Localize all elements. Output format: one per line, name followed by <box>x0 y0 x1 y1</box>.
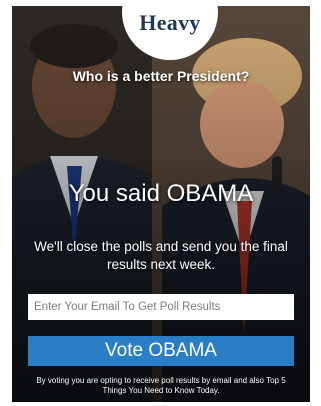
heavy-logo: Heavy <box>139 10 201 35</box>
email-input[interactable] <box>28 294 294 320</box>
disclaimer-text: By voting you are opting to receive poll… <box>36 376 286 395</box>
vote-button[interactable]: Vote OBAMA <box>28 336 294 366</box>
poll-question: Who is a better President? <box>72 68 250 84</box>
poll-result-message: We'll close the polls and send you the f… <box>34 239 288 272</box>
poll-card: Heavy Who is a better President? You sai… <box>12 6 310 402</box>
poll-result-headline: You said OBAMA <box>68 180 254 207</box>
